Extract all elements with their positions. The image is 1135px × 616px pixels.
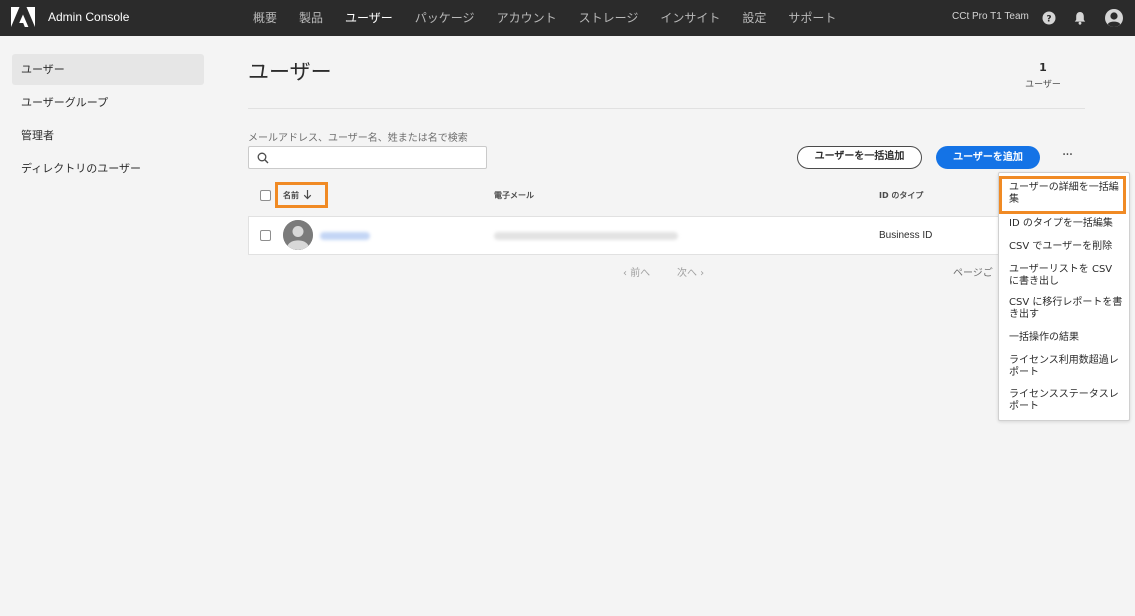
sidebar: ユーザー ユーザーグループ 管理者 ディレクトリのユーザー [12,54,204,186]
menu-item-delete-users-csv[interactable]: CSV でユーザーを削除 [1009,241,1125,253]
user-count-value: 1 [1039,61,1047,74]
more-actions-button[interactable]: ··· [1056,147,1078,167]
per-page-label: ページご [953,268,993,279]
nav-item-support[interactable]: サポート [777,0,847,36]
help-icon[interactable]: ? [1041,10,1057,26]
menu-item-bulk-edit-user-details[interactable]: ユーザーの詳細を一括編集 [1009,182,1125,205]
sidebar-item-admins[interactable]: 管理者 [12,120,204,151]
profile-avatar-icon[interactable] [1104,8,1124,28]
sidebar-item-directory-users[interactable]: ディレクトリのユーザー [12,153,204,184]
pagination-prev-label: 前へ [630,268,651,279]
menu-item-export-user-list-csv[interactable]: ユーザーリストを CSV に書き出し [1009,264,1125,287]
avatar [283,220,313,250]
user-email [494,232,678,240]
header-divider [248,108,1085,109]
sidebar-item-users[interactable]: ユーザー [12,54,204,85]
user-count-label: ユーザー [1025,80,1061,90]
nav-item-packages[interactable]: パッケージ [404,0,486,36]
menu-item-license-overage-report[interactable]: ライセンス利用数超過レポート [1009,355,1125,378]
nav-item-storage[interactable]: ストレージ [568,0,650,36]
nav-item-products[interactable]: 製品 [288,0,334,36]
chevron-right-icon: › [697,268,705,279]
column-header-email: 電子メール [494,191,534,200]
user-avatar-icon [283,220,313,250]
user-count: 1 ユーザー [1018,61,1068,90]
search-input[interactable] [275,149,480,166]
search-label: メールアドレス、ユーザー名、姓または名で検索 [248,133,468,144]
row-checkbox[interactable] [260,230,271,241]
select-all-checkbox[interactable] [260,190,271,201]
nav-item-overview[interactable]: 概要 [242,0,288,36]
pagination-next[interactable]: 次へ › [677,264,704,279]
pagination-prev[interactable]: ‹ 前へ [623,264,650,279]
main-nav: 概要 製品 ユーザー パッケージ アカウント ストレージ インサイト 設定 サポ… [242,0,847,36]
search-icon [257,152,269,164]
pagination-next-label: 次へ [677,268,697,279]
add-user-button[interactable]: ユーザーを追加 [936,146,1040,169]
page-title: ユーザー [248,60,332,84]
arrow-down-icon[interactable] [303,189,312,200]
nav-item-account[interactable]: アカウント [486,0,568,36]
menu-item-bulk-operation-results[interactable]: 一括操作の結果 [1009,332,1125,344]
menu-item-export-migration-report[interactable]: CSV に移行レポートを書き出す [1009,297,1125,320]
svg-text:?: ? [1046,14,1051,24]
column-header-id-type: ID のタイプ [879,191,924,200]
org-switcher[interactable]: CCt Pro T1 Team [952,11,1029,22]
nav-item-settings[interactable]: 設定 [731,0,777,36]
search-field[interactable] [248,146,487,169]
top-bar: Admin Console 概要 製品 ユーザー パッケージ アカウント ストレ… [0,0,1135,36]
more-actions-menu: ユーザーの詳細を一括編集 ID のタイプを一括編集 CSV でユーザーを削除 ユ… [998,172,1130,421]
user-id-type: Business ID [879,230,933,241]
column-header-name[interactable]: 名前 [283,190,299,201]
bell-icon[interactable] [1072,10,1088,26]
bulk-add-users-button[interactable]: ユーザーを一括追加 [797,146,922,169]
nav-item-insights[interactable]: インサイト [649,0,731,36]
app-name[interactable]: Admin Console [48,10,129,24]
adobe-logo-icon[interactable] [11,7,35,29]
menu-item-bulk-edit-id-type[interactable]: ID のタイプを一括編集 [1009,218,1125,230]
nav-item-users[interactable]: ユーザー [334,0,404,36]
sidebar-item-user-groups[interactable]: ユーザーグループ [12,87,204,118]
menu-item-license-status-report[interactable]: ライセンスステータスレポート [1009,389,1125,412]
user-name-link[interactable] [320,232,370,240]
